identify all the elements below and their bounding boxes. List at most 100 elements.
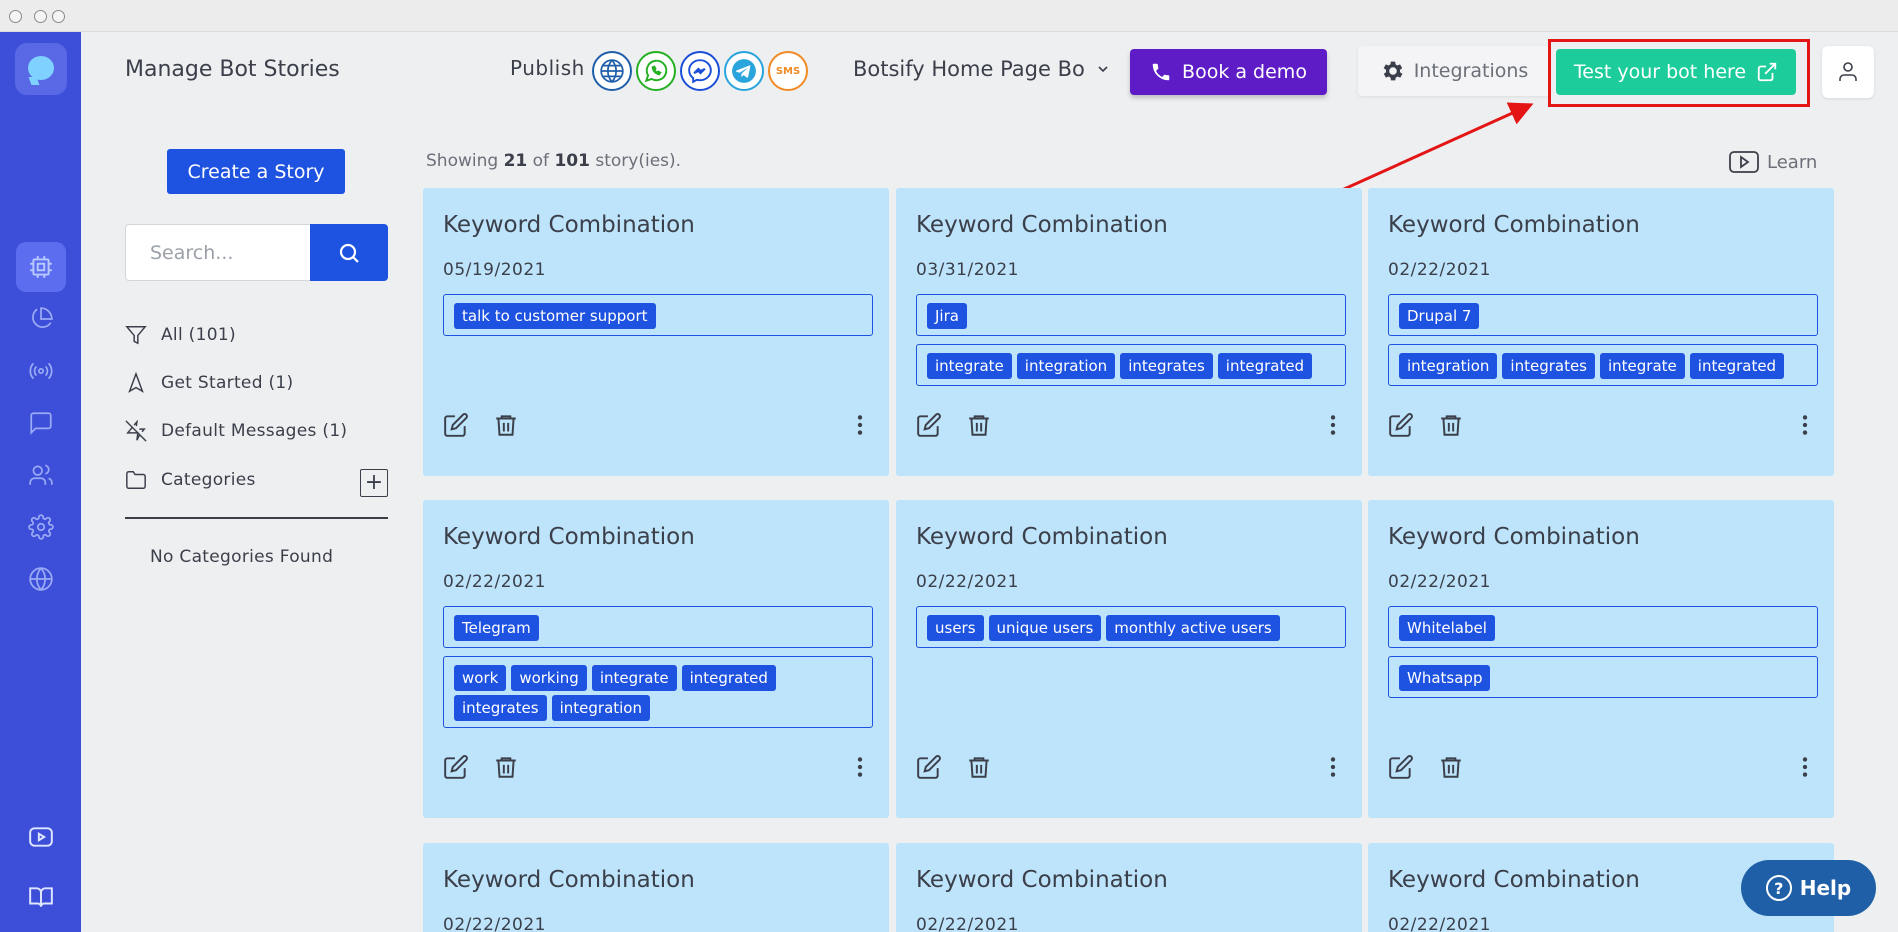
filter-all[interactable]: All (101) [125,324,236,346]
book-demo-button[interactable]: Book a demo [1130,49,1327,95]
publish-sms-button[interactable]: SMS [768,51,808,91]
filter-categories[interactable]: Categories [125,469,256,491]
sidebar-item-users[interactable] [16,450,66,500]
story-date: 02/22/2021 [1388,915,1491,932]
zap-off-icon [125,420,147,442]
results-count: Showing 21 of 101 story(ies). [426,151,681,171]
story-actions [1388,412,1818,440]
keyword-group: integration integrates integrate integrated [1388,344,1818,386]
story-title[interactable]: Keyword Combination [443,212,695,238]
keyword-tag: integration [551,695,650,721]
story-more-button[interactable] [847,754,873,784]
integrations-label: Integrations [1413,60,1529,82]
bot-selector[interactable]: Botsify Home Page Bo [853,57,1111,81]
keyword-tag: monthly active users [1106,615,1280,641]
pie-chart-icon [32,307,53,328]
story-card[interactable]: Keyword Combination 05/19/2021 talk to cus… [423,188,889,476]
window-minimize-dot[interactable] [34,10,47,23]
keyword-tag: Telegram [454,615,539,641]
plus-icon: + [364,470,384,495]
delete-story-button[interactable] [966,754,992,784]
user-profile-button[interactable] [1822,46,1874,98]
keyword-group: Jira [916,294,1346,336]
story-card[interactable]: Keyword Combination 02/22/2021 [896,843,1362,932]
story-title[interactable]: Keyword Combination [1388,524,1640,550]
edit-story-button[interactable] [443,412,469,442]
story-title[interactable]: Keyword Combination [1388,867,1640,893]
search-input[interactable]: Search... [125,224,311,281]
sidebar-item-conversations[interactable] [16,398,66,448]
story-title[interactable]: Keyword Combination [916,867,1168,893]
story-actions [1388,754,1818,782]
keyword-tag: unique users [988,615,1102,641]
story-more-button[interactable] [1792,412,1818,442]
add-category-button[interactable]: + [360,469,388,497]
edit-story-button[interactable] [916,412,942,442]
cpu-icon [30,256,52,278]
test-bot-button[interactable]: Test your bot here [1556,49,1796,95]
delete-story-button[interactable] [1438,754,1464,784]
publish-telegram-button[interactable] [724,51,764,91]
edit-icon [444,755,468,779]
search-button[interactable] [310,224,388,281]
sidebar-item-docs[interactable] [16,872,66,922]
story-actions [443,754,873,782]
sidebar-item-analytics[interactable] [16,294,66,344]
story-card[interactable]: Keyword Combination 02/22/2021 [423,843,889,932]
delete-story-button[interactable] [1438,412,1464,442]
sidebar-item-settings[interactable] [16,502,66,552]
external-link-icon [1757,62,1777,82]
trash-icon [969,757,989,778]
sidebar-item-broadcast[interactable] [16,346,66,396]
story-more-button[interactable] [1320,754,1346,784]
app-logo[interactable] [15,43,67,95]
story-title[interactable]: Keyword Combination [916,212,1168,238]
story-card[interactable]: Keyword Combination 02/22/2021 Whitelabel W… [1368,500,1834,818]
keyword-tag: working [511,665,587,691]
sidebar-item-web[interactable] [16,554,66,604]
window-zoom-dot[interactable] [52,10,65,23]
story-title[interactable]: Keyword Combination [1388,212,1640,238]
edit-story-button[interactable] [1388,412,1414,442]
filter-get-started[interactable]: Get Started (1) [125,372,293,394]
story-title[interactable]: Keyword Combination [443,867,695,893]
story-more-button[interactable] [847,412,873,442]
story-more-button[interactable] [1320,412,1346,442]
users-icon [29,464,53,485]
help-button[interactable]: ? Help [1741,860,1876,916]
publish-web-button[interactable] [592,51,632,91]
story-more-button[interactable] [1792,754,1818,784]
story-actions [443,412,873,440]
keyword-group: integrate integration integrates integrated [916,344,1346,386]
showing-prefix: Showing [426,151,499,171]
delete-story-button[interactable] [493,412,519,442]
story-actions [916,412,1346,440]
sidebar-item-videos[interactable] [16,812,66,862]
keyword-tag: integrated [1217,353,1313,379]
story-title[interactable]: Keyword Combination [443,524,695,550]
story-card[interactable]: Keyword Combination 02/22/2021 Telegram wor… [423,500,889,818]
delete-story-button[interactable] [966,412,992,442]
edit-story-button[interactable] [443,754,469,784]
story-title[interactable]: Keyword Combination [916,524,1168,550]
publish-whatsapp-button[interactable] [636,51,676,91]
keyword-tag: users [927,615,984,641]
story-card[interactable]: Keyword Combination 02/22/2021 Drupal 7 int… [1368,188,1834,476]
filter-default-messages[interactable]: Default Messages (1) [125,420,347,442]
sms-icon: SMS [775,65,801,77]
window-close-dot[interactable] [9,10,22,23]
edit-icon [917,413,941,437]
keyword-tag: integrate [1600,353,1685,379]
edit-story-button[interactable] [1388,754,1414,784]
search-icon [339,243,359,263]
sidebar-item-stories[interactable] [16,242,66,292]
story-card[interactable]: Keyword Combination 02/22/2021 users unique… [896,500,1362,818]
story-card[interactable]: Keyword Combination 03/31/2021 Jira integra… [896,188,1362,476]
edit-story-button[interactable] [916,754,942,784]
publish-messenger-button[interactable] [680,51,720,91]
delete-story-button[interactable] [493,754,519,784]
learn-link[interactable]: Learn [1729,151,1817,173]
integrations-button[interactable]: Integrations [1358,46,1550,96]
create-story-button[interactable]: Create a Story [167,149,345,194]
keyword-group: Whatsapp [1388,656,1818,698]
